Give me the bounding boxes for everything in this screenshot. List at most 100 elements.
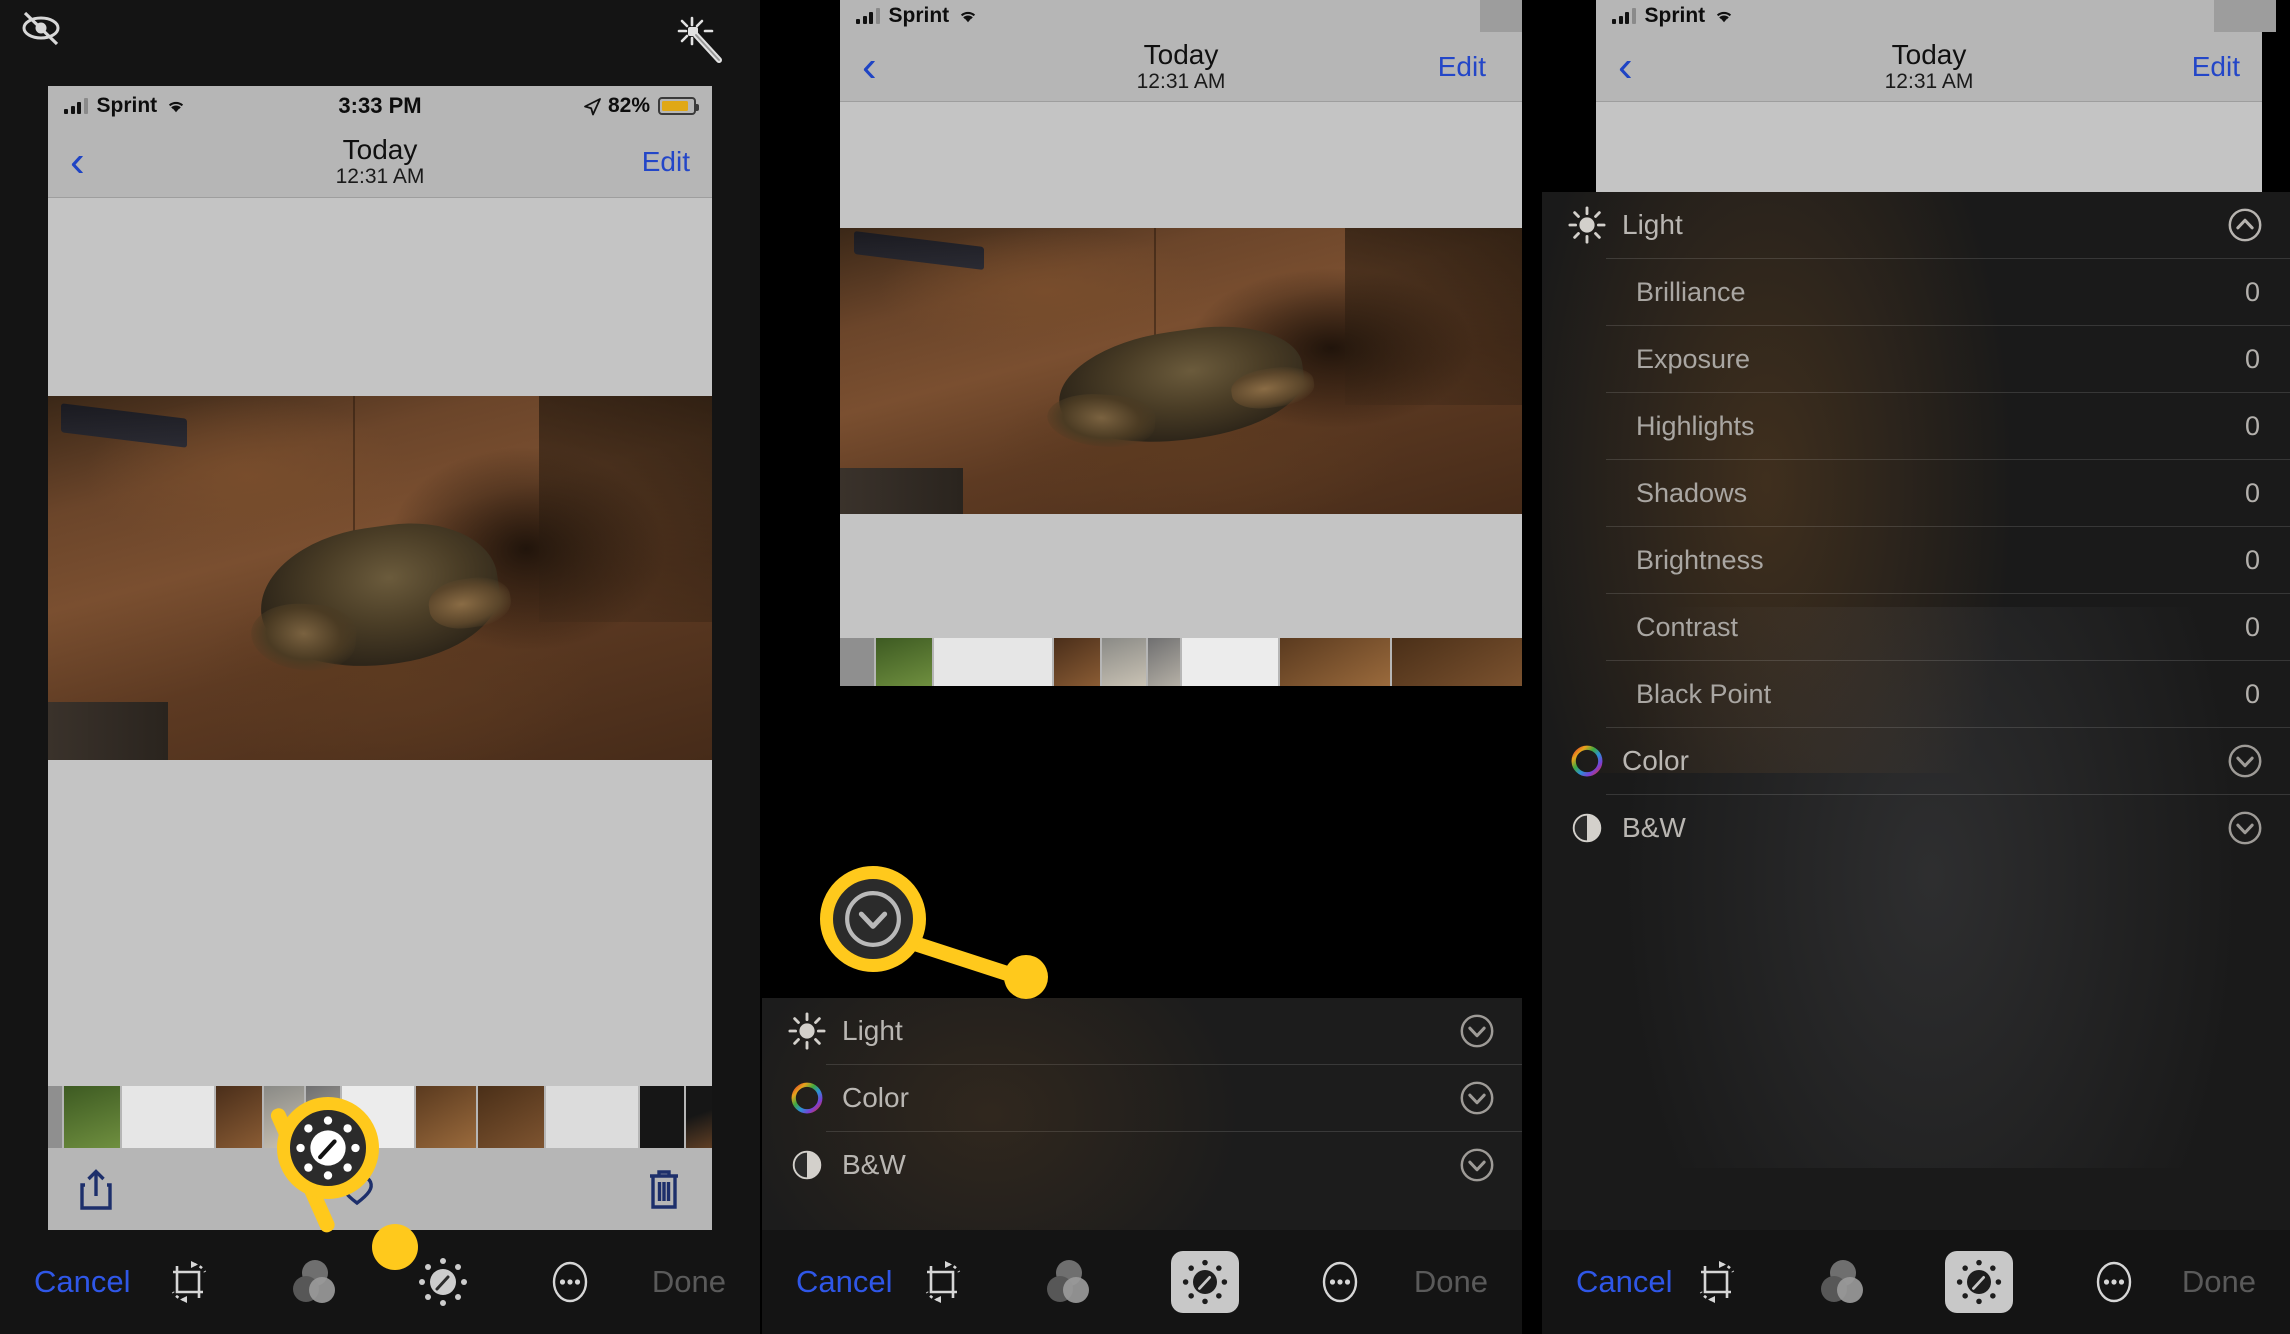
list-item[interactable] — [1392, 638, 1522, 686]
screenshot-stage: Sprint 3:33 PM 82% ‹ Today 12:31 AM Edit… — [0, 0, 2290, 1334]
slider-row-exposure[interactable]: Exposure 0 — [1542, 326, 2290, 392]
slider-label: Shadows — [1636, 477, 1748, 508]
nav-title-block: Today 12:31 AM — [1596, 39, 2262, 95]
adjust-dial-icon[interactable] — [1945, 1251, 2013, 1313]
crop-rotate-icon[interactable] — [919, 1258, 967, 1306]
phone-frame-1: Sprint 3:33 PM 82% ‹ Today 12:31 AM Edit — [48, 86, 712, 1334]
list-item[interactable] — [416, 1086, 476, 1148]
cancel-button[interactable]: Cancel — [796, 1264, 893, 1300]
adjustment-list-3: Light Brilliance 0 Exposure 0 Highlights… — [1542, 192, 2290, 861]
slider-value: 0 — [2244, 343, 2260, 374]
more-options-icon[interactable] — [1315, 1255, 1365, 1309]
slider-row-contrast[interactable]: Contrast 0 — [1542, 594, 2290, 660]
crop-rotate-icon[interactable] — [165, 1258, 213, 1306]
filters-icon[interactable] — [289, 1257, 341, 1307]
list-item[interactable] — [1148, 638, 1180, 686]
list-item[interactable] — [342, 1086, 414, 1148]
nav-bar-3: ‹ Today 12:31 AM Edit — [1596, 32, 2262, 102]
photo-seam — [353, 396, 356, 549]
chevron-down-button[interactable] — [2226, 742, 2264, 780]
chevron-down-button[interactable] — [2226, 809, 2264, 847]
list-item[interactable] — [264, 1086, 304, 1148]
done-button[interactable]: Done — [2182, 1264, 2256, 1300]
more-options-icon[interactable] — [545, 1255, 595, 1309]
chevron-up-icon[interactable] — [2226, 206, 2264, 244]
list-item[interactable] — [1182, 638, 1278, 686]
canvas-letterbox-top — [840, 102, 1522, 228]
color-wheel-icon — [1571, 745, 1603, 777]
chevron-down-button[interactable] — [1458, 1079, 1496, 1117]
slider-row-shadows[interactable]: Shadows 0 — [1542, 460, 2290, 526]
filters-icon[interactable] — [1043, 1257, 1095, 1307]
edit-button[interactable]: Edit — [1438, 51, 1486, 83]
done-button[interactable]: Done — [652, 1264, 726, 1300]
slider-label: Brilliance — [1636, 276, 1746, 307]
back-button[interactable]: ‹ — [70, 139, 85, 184]
slider-row-brightness[interactable]: Brightness 0 — [1542, 527, 2290, 593]
adjust-row-color[interactable]: Color — [762, 1065, 1522, 1131]
chevron-down-icon[interactable] — [1458, 1146, 1496, 1184]
filmstrip-2[interactable] — [840, 638, 1522, 686]
slider-row-highlights[interactable]: Highlights 0 — [1542, 393, 2290, 459]
photo-image[interactable] — [840, 228, 1522, 514]
adjust-row-bw[interactable]: B&W — [1542, 795, 2290, 861]
cancel-button[interactable]: Cancel — [1576, 1264, 1673, 1300]
adjust-row-light[interactable]: Light — [762, 998, 1522, 1064]
list-item[interactable] — [1280, 638, 1390, 686]
photo-canvas-3[interactable] — [1596, 102, 2262, 192]
crop-rotate-icon[interactable] — [1693, 1258, 1741, 1306]
carrier-label: Sprint — [1644, 4, 1706, 27]
photo-canvas-1[interactable] — [48, 198, 712, 1104]
list-item[interactable] — [306, 1086, 340, 1148]
adjust-dial-icon[interactable] — [417, 1256, 469, 1308]
chevron-down-icon[interactable] — [2226, 809, 2264, 847]
heart-icon[interactable] — [339, 1172, 375, 1206]
adjust-row-color[interactable]: Color — [1542, 728, 2290, 794]
chevron-down-icon[interactable] — [1458, 1012, 1496, 1050]
chevron-down-icon[interactable] — [2226, 742, 2264, 780]
photo-image[interactable] — [48, 396, 712, 760]
sun-icon — [788, 1012, 826, 1050]
edit-button[interactable]: Edit — [642, 146, 690, 178]
filters-icon[interactable] — [1817, 1257, 1869, 1307]
slider-value: 0 — [2244, 611, 2260, 642]
list-item[interactable] — [640, 1086, 684, 1148]
back-button[interactable]: ‹ — [1618, 44, 1633, 89]
list-item[interactable] — [934, 638, 1052, 686]
more-options-icon[interactable] — [2089, 1255, 2139, 1309]
edit-button[interactable]: Edit — [2192, 51, 2240, 83]
adjust-sheet-2: Light Color B&W — [762, 998, 1522, 1230]
list-item[interactable] — [64, 1086, 120, 1148]
back-button[interactable]: ‹ — [862, 44, 877, 89]
adjust-row-bw[interactable]: B&W — [762, 1132, 1522, 1198]
action-bar-1 — [48, 1148, 712, 1230]
filmstrip-1[interactable] — [48, 1086, 712, 1148]
list-item[interactable] — [216, 1086, 262, 1148]
adjust-dial-icon[interactable] — [1171, 1251, 1239, 1313]
list-item[interactable] — [478, 1086, 544, 1148]
slider-row-blackpoint[interactable]: Black Point 0 — [1542, 661, 2290, 727]
adjust-row-light[interactable]: Light — [1542, 192, 2290, 258]
share-icon[interactable] — [78, 1167, 114, 1211]
done-button[interactable]: Done — [1414, 1264, 1488, 1300]
photo-canvas-2[interactable] — [840, 102, 1522, 638]
chevron-up-button[interactable] — [2226, 206, 2264, 244]
nav-title-block: Today 12:31 AM — [840, 39, 1522, 95]
photo-keyboard-object — [61, 402, 188, 448]
list-item[interactable] — [686, 1086, 712, 1148]
list-item[interactable] — [1102, 638, 1146, 686]
list-item[interactable] — [1054, 638, 1100, 686]
list-item[interactable] — [840, 638, 874, 686]
photo-seam — [1153, 228, 1156, 349]
chevron-down-button[interactable] — [1458, 1012, 1496, 1050]
list-item[interactable] — [876, 638, 932, 686]
trash-icon[interactable] — [646, 1167, 682, 1211]
list-item[interactable] — [48, 1086, 62, 1148]
chevron-down-button[interactable] — [1458, 1146, 1496, 1184]
cancel-button[interactable]: Cancel — [34, 1264, 131, 1300]
phone-frame-3: Sprint ‹ Today 12:31 AM Edit Light Brill… — [1542, 0, 2290, 1334]
slider-row-brilliance[interactable]: Brilliance 0 — [1542, 259, 2290, 325]
list-item[interactable] — [122, 1086, 214, 1148]
chevron-down-icon[interactable] — [1458, 1079, 1496, 1117]
list-item[interactable] — [546, 1086, 638, 1148]
